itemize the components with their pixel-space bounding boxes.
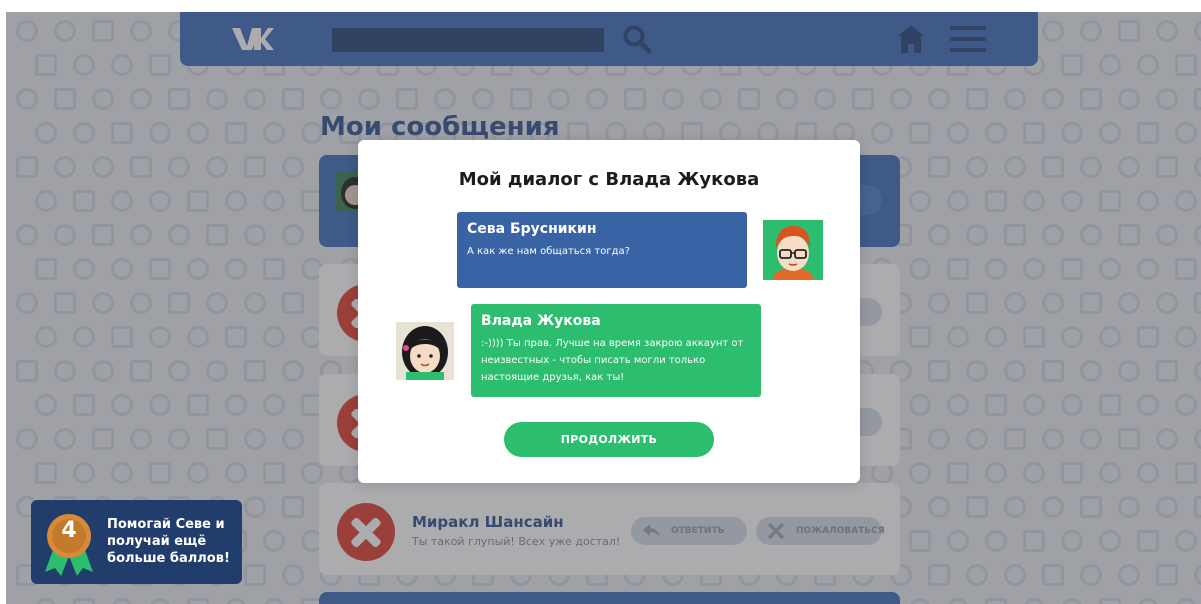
seva-avatar [763, 220, 823, 280]
points-badge: 4 Помогай Севе и получай ещё больше балл… [31, 500, 242, 584]
message-author: Влада Жукова [481, 313, 601, 329]
message-text: А как же нам общаться тогда? [467, 246, 630, 257]
dialog-modal: Мой диалог с Влада Жукова Сева Брусникин… [358, 140, 860, 483]
points-value: 4 [61, 518, 77, 543]
badge-text: Помогай Севе и получай ещё больше баллов… [107, 517, 230, 566]
message-text: :-)))) Ты прав. Лучше на время закрою ак… [481, 338, 744, 383]
dialog-title: Мой диалог с Влада Жукова [458, 169, 760, 190]
message-bubble-sent: Сева Брусникин А как же нам общаться тог… [457, 212, 747, 288]
continue-button[interactable]: ПРОДОЛЖИТЬ [504, 422, 714, 457]
message-bubble-received: Влада Жукова :-)))) Ты прав. Лучше на вр… [471, 304, 761, 397]
message-author: Сева Брусникин [467, 221, 597, 237]
vlada-avatar [396, 322, 454, 380]
